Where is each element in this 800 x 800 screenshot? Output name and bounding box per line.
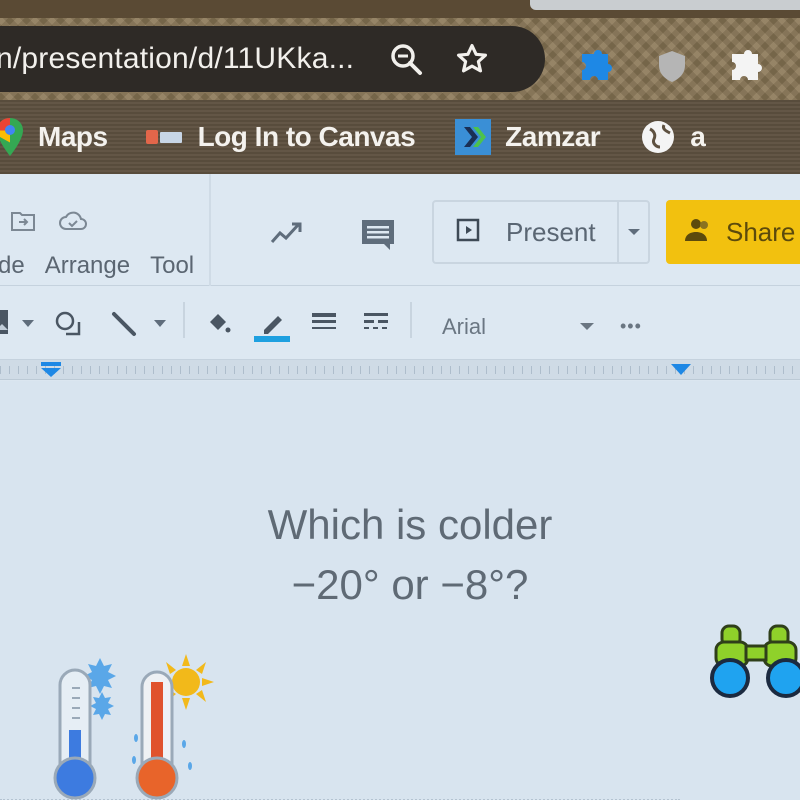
slide-question-text[interactable]: Which is colder −20° or −8°?: [240, 495, 580, 615]
bookmark-a[interactable]: a: [640, 119, 706, 155]
present-options-dropdown[interactable]: [619, 202, 648, 262]
activity-trend-icon[interactable]: [270, 220, 304, 251]
extensions-puzzle-icon[interactable]: [728, 48, 764, 84]
address-bar[interactable]: n/presentation/d/11UKka...: [0, 26, 545, 92]
ruler: [0, 360, 800, 380]
zamzar-icon: [455, 119, 492, 155]
image-insert-button[interactable]: [0, 310, 10, 334]
move-to-folder-icon[interactable]: [10, 210, 36, 237]
share-button[interactable]: Share: [666, 200, 800, 264]
browser-toolbar: n/presentation/d/11UKka...: [0, 18, 800, 100]
bookmark-label: Zamzar: [505, 121, 601, 152]
menu-slide[interactable]: de: [0, 252, 25, 280]
bookmark-maps[interactable]: Maps: [0, 117, 108, 157]
extension-icon-blue[interactable]: [578, 48, 614, 84]
comments-icon[interactable]: [360, 218, 396, 257]
line-dropdown-icon[interactable]: [154, 320, 166, 328]
url-text[interactable]: n/presentation/d/11UKka...: [0, 42, 354, 76]
right-indent-marker[interactable]: [670, 362, 692, 381]
divider: [209, 174, 211, 286]
more-options-button[interactable]: •••: [620, 316, 642, 337]
bookmark-label: a: [690, 121, 706, 152]
toolbar-separator: [183, 302, 185, 338]
toolbar-separator: [410, 302, 412, 338]
bookmark-canvas[interactable]: Log In to Canvas: [145, 121, 416, 153]
globe-icon: [640, 119, 676, 155]
font-family-select[interactable]: Arial: [442, 314, 486, 340]
browser-tab-strip: [0, 0, 800, 18]
image-dropdown-icon[interactable]: [22, 320, 34, 328]
border-weight-icon[interactable]: [310, 310, 338, 334]
binoculars-icon[interactable]: [706, 622, 800, 707]
shield-extension-icon[interactable]: [654, 48, 690, 84]
hot-thermometer-icon[interactable]: [132, 648, 222, 800]
cloud-saved-icon[interactable]: [58, 210, 88, 237]
bookmark-label: Maps: [38, 121, 108, 152]
present-button[interactable]: Present: [434, 202, 619, 262]
shape-tool-icon[interactable]: [54, 310, 82, 338]
canvas-icon: [145, 128, 184, 146]
fill-color-icon[interactable]: [204, 310, 232, 338]
slides-header: de Arrange Tool Present Share: [0, 174, 800, 286]
border-dash-icon[interactable]: [362, 310, 390, 334]
bookmark-star-icon[interactable]: [450, 37, 494, 81]
left-indent-marker[interactable]: [40, 362, 62, 383]
menu-tools[interactable]: Tool: [150, 252, 194, 280]
bookmarks-bar: Maps Log In to Canvas Zamzar a: [0, 100, 800, 174]
menu-bar: de Arrange Tool: [0, 252, 214, 280]
present-button-group: Present: [432, 200, 650, 264]
cold-thermometer-icon[interactable]: [52, 650, 122, 800]
question-line-2: −20° or −8°?: [291, 561, 529, 608]
share-person-icon: [684, 217, 714, 248]
question-line-1: Which is colder: [267, 501, 553, 548]
bookmark-label: Log In to Canvas: [197, 121, 416, 152]
border-color-icon[interactable]: [254, 310, 292, 342]
chevron-down-icon: [627, 229, 640, 235]
menu-arrange[interactable]: Arrange: [45, 252, 130, 280]
present-label: Present: [506, 216, 596, 247]
bookmark-zamzar[interactable]: Zamzar: [455, 119, 601, 155]
present-play-icon: [456, 218, 480, 247]
font-dropdown-icon[interactable]: [580, 318, 594, 336]
line-tool-icon[interactable]: [110, 310, 138, 338]
browser-tab[interactable]: [530, 0, 800, 10]
formatting-toolbar: Arial •••: [0, 286, 800, 360]
zoom-out-icon[interactable]: [384, 37, 428, 81]
google-maps-icon: [0, 117, 24, 157]
share-label: Share: [726, 216, 796, 247]
